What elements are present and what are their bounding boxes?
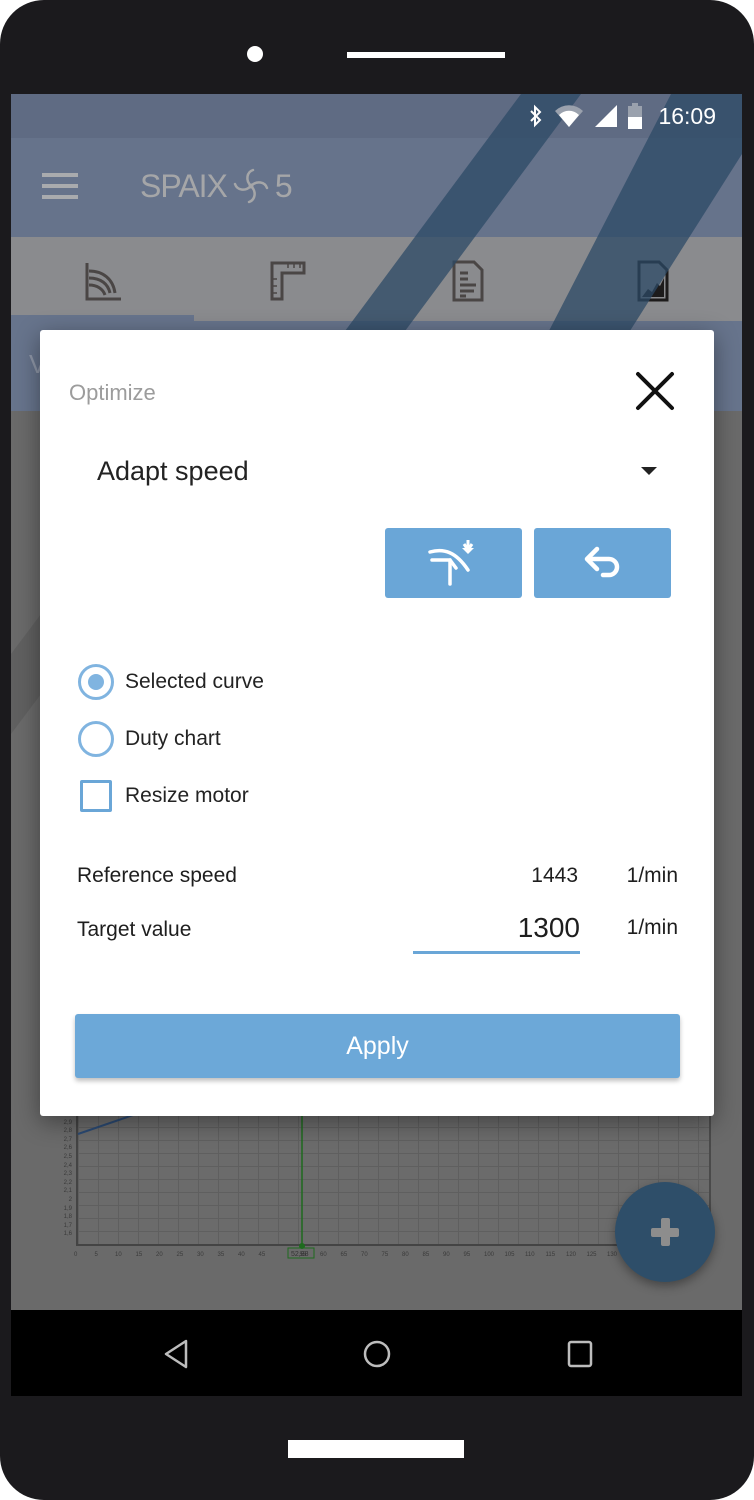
app-logo: SPAIX 5 (140, 166, 293, 206)
reference-speed-unit: 1/min (626, 864, 678, 887)
nav-home-button[interactable] (359, 1336, 395, 1372)
recents-square-icon (567, 1340, 593, 1368)
y-tick-label: 2,1 (63, 1188, 72, 1195)
wifi-icon (555, 105, 584, 127)
radio-selected-curve[interactable]: Selected curve (78, 662, 264, 702)
y-tick-label: 2,8 (63, 1128, 72, 1135)
y-tick-label: 2,2 (63, 1179, 72, 1186)
radio-duty-chart[interactable]: Duty chart (78, 719, 221, 759)
option-label: Selected curve (125, 670, 264, 693)
y-tick-label: 2,3 (63, 1171, 72, 1178)
battery-icon (628, 103, 643, 129)
tab-dimensions[interactable] (266, 259, 310, 303)
tab-document[interactable] (446, 259, 490, 303)
close-button[interactable] (632, 368, 678, 414)
hamburger-menu-icon[interactable] (42, 173, 78, 200)
device-home-bar (288, 1440, 464, 1458)
nav-recents-button[interactable] (562, 1336, 598, 1372)
cellular-signal-icon (595, 105, 618, 127)
add-fab-button[interactable] (615, 1182, 715, 1282)
dimensions-ruler-icon (270, 261, 306, 301)
select-value: Adapt speed (97, 456, 249, 486)
plus-icon (651, 1218, 679, 1246)
dialog-title: Optimize (69, 380, 156, 405)
nav-back-button[interactable] (158, 1336, 194, 1372)
optimize-dialog: Optimize Adapt speed Selected curve Duty… (40, 330, 714, 1116)
home-circle-icon (363, 1340, 391, 1368)
y-tick-label: 2,5 (63, 1154, 72, 1160)
performance-curve (77, 1114, 137, 1135)
app-bar: SPAIX 5 (11, 138, 742, 237)
undo-button[interactable] (534, 528, 671, 598)
y-tick-label: 1,9 (63, 1205, 72, 1212)
y-tick-label: 2,6 (63, 1145, 72, 1152)
y-tick-label: 1,7 (63, 1222, 72, 1229)
front-camera (247, 46, 263, 62)
option-label: Duty chart (125, 727, 221, 750)
operating-point-label: 52,88 (291, 1251, 309, 1258)
target-value-input[interactable] (413, 904, 580, 954)
y-tick-label: 1,6 (63, 1231, 72, 1238)
y-tick-label: 2,7 (63, 1136, 72, 1143)
bluetooth-icon (530, 104, 542, 128)
target-value-label: Target value (77, 918, 192, 941)
adapt-curve-icon (427, 540, 474, 586)
adapt-curve-button[interactable] (385, 528, 522, 598)
status-time: 16:09 (658, 102, 716, 129)
apply-button[interactable]: Apply (75, 1014, 680, 1078)
tab-curves[interactable] (81, 259, 125, 303)
target-value-unit: 1/min (626, 916, 678, 939)
impeller-icon (233, 168, 269, 204)
optimize-mode-select[interactable]: Adapt speed (97, 450, 657, 494)
back-triangle-icon (164, 1339, 188, 1369)
y-tick-label: 2,4 (63, 1162, 72, 1169)
document-icon (452, 260, 484, 302)
earpiece-speaker (347, 52, 505, 58)
y-tick-label: 2,9 (63, 1119, 72, 1126)
logo-text: SPAIX (140, 167, 228, 204)
phone-frame: SPAIX 5 V 2,9 2,8 2,7 2,6 2,5 2,4 2,3 2,… (0, 0, 754, 1500)
system-nav-bar (11, 1310, 742, 1396)
undo-icon (584, 546, 619, 578)
close-icon (636, 372, 674, 410)
radio-button[interactable] (78, 721, 114, 757)
y-tick-label: 2 (68, 1197, 72, 1203)
reference-speed-label: Reference speed (77, 864, 237, 887)
y-tick-label: 1,8 (63, 1214, 72, 1221)
status-icons: 16:09 (528, 101, 716, 131)
curves-chart-icon (85, 263, 121, 301)
option-label: Resize motor (125, 784, 249, 807)
radio-button-checked[interactable] (78, 664, 114, 700)
logo-version: 5 (274, 167, 293, 204)
checkbox-resize-motor[interactable]: Resize motor (78, 776, 249, 816)
tab-bar (11, 237, 742, 321)
checkbox[interactable] (80, 780, 112, 812)
datasheet-chart-icon (637, 260, 669, 302)
chevron-down-icon (641, 467, 657, 475)
reference-speed-value: 1443 (531, 864, 578, 887)
tab-datasheet[interactable] (631, 259, 675, 303)
